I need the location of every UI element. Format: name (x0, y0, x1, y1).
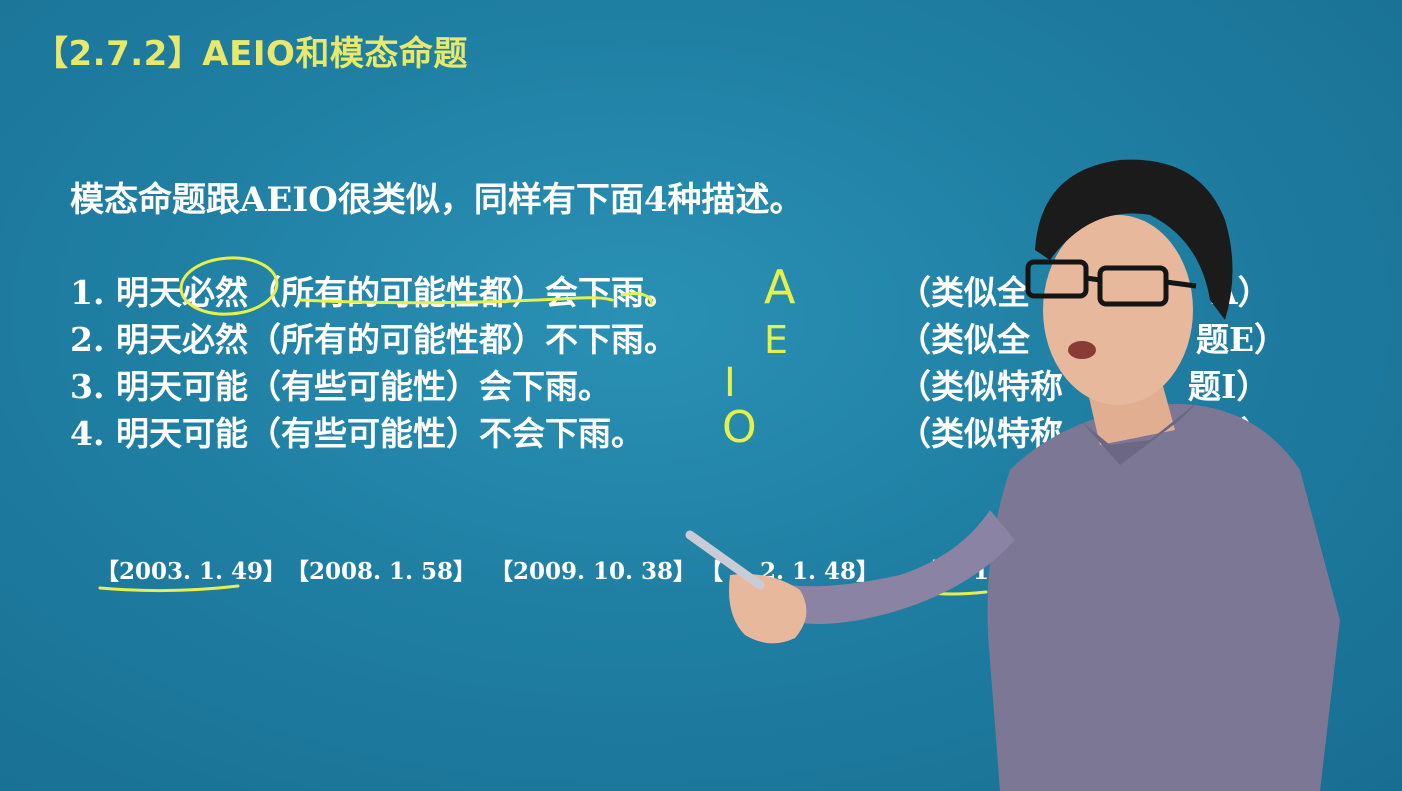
pointer-pen (685, 530, 765, 590)
presenter-mouth (1068, 341, 1096, 359)
lecture-slide: 【2.7.2】AEIO和模态命题 模态命题跟AEIO很类似，同样有下面4种描述。… (0, 0, 1402, 791)
presenter-shirt (987, 403, 1340, 791)
presenter (685, 159, 1340, 791)
presenter-hand (729, 574, 807, 644)
presenter-face (1043, 215, 1193, 405)
presenter-arm (780, 510, 1015, 624)
